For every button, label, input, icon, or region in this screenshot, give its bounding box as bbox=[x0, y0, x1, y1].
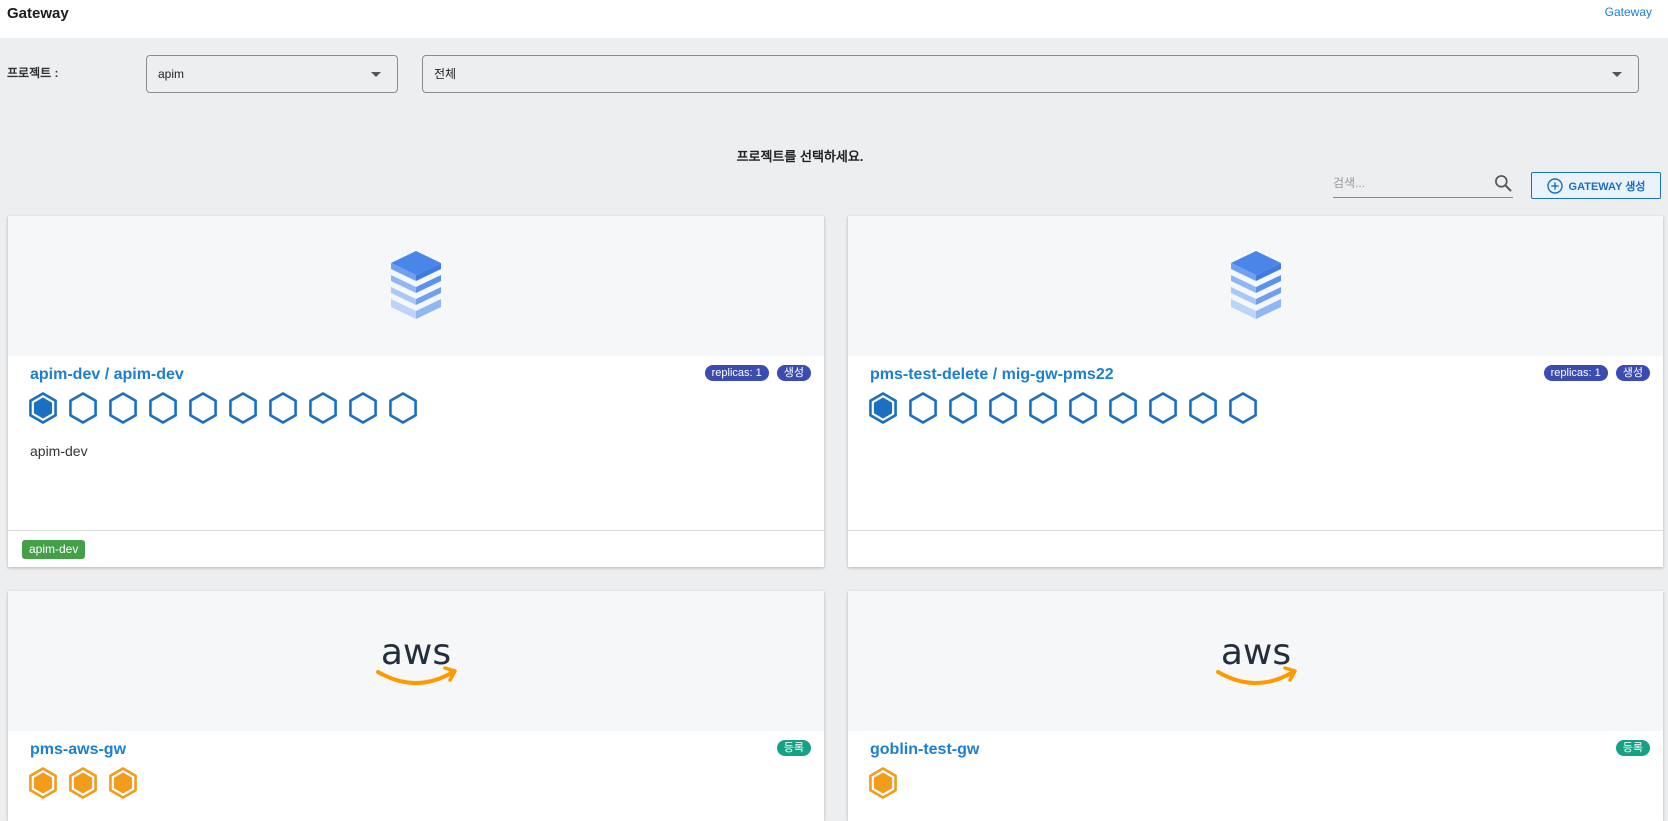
aws-logo: aws bbox=[1215, 634, 1297, 685]
card-footer bbox=[848, 530, 1663, 567]
card-namespace: pms-test-delete / bbox=[870, 366, 1002, 383]
node-hexagon-icon[interactable] bbox=[946, 391, 980, 425]
card-title[interactable]: goblin-test-gw bbox=[870, 741, 979, 759]
node-hexagon-icon[interactable] bbox=[106, 766, 140, 800]
node-hexagon-icon[interactable] bbox=[146, 391, 180, 425]
project-select[interactable]: apim bbox=[146, 55, 398, 93]
status-badge: 생성 bbox=[776, 365, 811, 381]
node-hexagons bbox=[26, 766, 140, 800]
node-hexagon-icon[interactable] bbox=[226, 391, 260, 425]
node-hexagon-icon[interactable] bbox=[906, 391, 940, 425]
card-banner bbox=[848, 216, 1663, 356]
aws-logo: aws bbox=[376, 634, 457, 685]
svg-text:aws: aws bbox=[381, 634, 451, 673]
card-title[interactable]: pms-aws-gw bbox=[30, 741, 126, 759]
gateway-card[interactable]: apim-dev / apim-dev replicas: 1 생성 apim-… bbox=[8, 216, 824, 567]
stack-icon bbox=[1230, 251, 1281, 319]
node-hexagon-icon[interactable] bbox=[306, 391, 340, 425]
node-hexagon-icon[interactable] bbox=[106, 391, 140, 425]
node-hexagon-icon[interactable] bbox=[26, 391, 60, 425]
node-hexagon-icon[interactable] bbox=[1026, 391, 1060, 425]
node-hexagon-icon[interactable] bbox=[186, 391, 220, 425]
search-icon[interactable] bbox=[1493, 173, 1513, 193]
status-badge: 등록 bbox=[1615, 740, 1650, 756]
card-footer: apim-dev bbox=[8, 530, 824, 567]
status-badge: 생성 bbox=[1615, 365, 1650, 381]
node-hexagons bbox=[26, 391, 420, 425]
search-box bbox=[1333, 170, 1513, 198]
card-namespace: apim-dev / bbox=[30, 366, 114, 383]
card-banner bbox=[8, 216, 824, 356]
status-badge: 등록 bbox=[776, 740, 811, 756]
select-project-hint: 프로젝트를 선택하세요. bbox=[736, 149, 864, 164]
card-description: apim-dev bbox=[30, 443, 88, 459]
node-hexagon-icon[interactable] bbox=[386, 391, 420, 425]
node-hexagon-icon[interactable] bbox=[66, 766, 100, 800]
label-tag: apim-dev bbox=[22, 540, 86, 559]
scope-select[interactable]: 전체 bbox=[422, 55, 1639, 93]
node-hexagon-icon[interactable] bbox=[66, 391, 100, 425]
node-hexagons bbox=[866, 766, 900, 800]
card-name: mig-gw-pms22 bbox=[1001, 366, 1114, 383]
top-bar: Gateway Gateway bbox=[0, 0, 1668, 38]
node-hexagon-icon[interactable] bbox=[986, 391, 1020, 425]
node-hexagon-icon[interactable] bbox=[1186, 391, 1220, 425]
project-select-value: apim bbox=[158, 67, 185, 81]
chevron-down-icon bbox=[1612, 72, 1622, 77]
card-banner: aws bbox=[848, 591, 1663, 731]
chevron-down-icon bbox=[371, 72, 381, 77]
node-hexagon-icon[interactable] bbox=[866, 766, 900, 800]
replicas-badge: replicas: 1 bbox=[1543, 365, 1608, 381]
gateway-card[interactable]: pms-test-delete / mig-gw-pms22 replicas:… bbox=[848, 216, 1663, 567]
svg-text:aws: aws bbox=[1220, 634, 1290, 673]
create-gateway-button[interactable]: GATEWAY 생성 bbox=[1531, 172, 1661, 199]
node-hexagon-icon[interactable] bbox=[266, 391, 300, 425]
card-name: apim-dev bbox=[113, 366, 184, 383]
card-title[interactable]: pms-test-delete / mig-gw-pms22 bbox=[870, 366, 1114, 384]
stack-icon bbox=[391, 251, 441, 319]
project-label: 프로젝트 : bbox=[7, 66, 59, 80]
card-title[interactable]: apim-dev / apim-dev bbox=[30, 366, 184, 384]
breadcrumb[interactable]: Gateway bbox=[1605, 5, 1652, 19]
replicas-badge: replicas: 1 bbox=[704, 365, 769, 381]
add-circle-icon bbox=[1546, 177, 1563, 194]
page-title: Gateway bbox=[7, 5, 69, 22]
gateway-card[interactable]: aws goblin-test-gw 등록 bbox=[848, 591, 1663, 821]
node-hexagon-icon[interactable] bbox=[346, 391, 380, 425]
node-hexagon-icon[interactable] bbox=[1226, 391, 1260, 425]
node-hexagon-icon[interactable] bbox=[1146, 391, 1180, 425]
node-hexagon-icon[interactable] bbox=[866, 391, 900, 425]
node-hexagon-icon[interactable] bbox=[1066, 391, 1100, 425]
node-hexagon-icon[interactable] bbox=[1106, 391, 1140, 425]
search-input[interactable] bbox=[1333, 170, 1483, 196]
gateway-card[interactable]: aws pms-aws-gw 등록 bbox=[8, 591, 824, 821]
scope-select-value: 전체 bbox=[434, 67, 457, 81]
card-banner: aws bbox=[8, 591, 824, 731]
create-gateway-label: GATEWAY 생성 bbox=[1568, 180, 1646, 193]
node-hexagon-icon[interactable] bbox=[26, 766, 60, 800]
node-hexagons bbox=[866, 391, 1260, 425]
